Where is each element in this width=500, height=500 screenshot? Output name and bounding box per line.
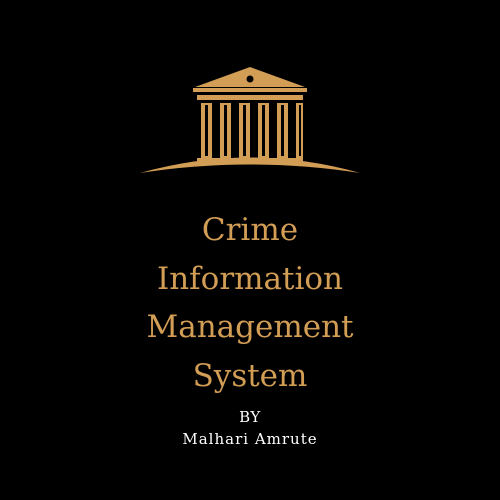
title-line-4: System [192, 357, 308, 394]
title-line-3: Management [146, 309, 354, 345]
author-name: Malhari Amrute [182, 430, 318, 448]
page-title: Crime Information Management System [0, 206, 500, 400]
cover-page: Crime Information Management System BY M… [0, 0, 500, 500]
courthouse-icon [140, 67, 360, 173]
title-line-1: Crime [201, 212, 299, 248]
by-label: BY [239, 408, 261, 426]
title-line-2: Information [156, 260, 344, 297]
